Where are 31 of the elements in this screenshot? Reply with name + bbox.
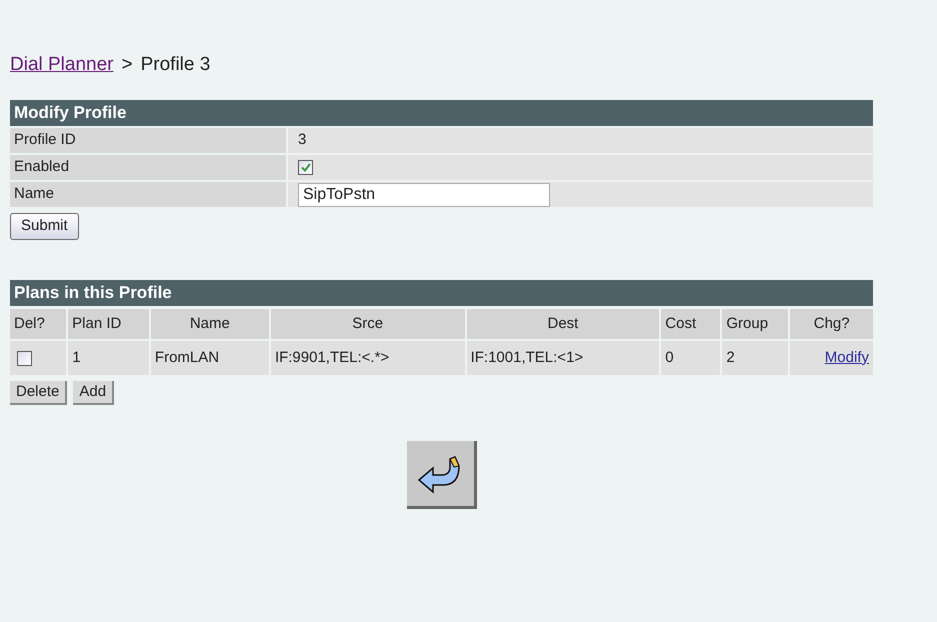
table-cell: IF:1001,TEL:<1> [466, 341, 660, 375]
checkbox[interactable] [298, 160, 313, 175]
table-cell: 1 [68, 341, 149, 375]
field-label: Enabled [10, 155, 286, 180]
column-header: Dest [466, 309, 660, 339]
breadcrumb-current: Profile 3 [140, 52, 210, 77]
field-label: Name [10, 182, 286, 207]
checkbox[interactable] [17, 350, 32, 366]
table-cell: IF:9901,TEL:<.*> [270, 341, 465, 375]
column-header: Group [722, 309, 788, 339]
field-label: Profile ID [10, 128, 286, 153]
check-icon [300, 163, 310, 172]
column-header: Chg? [790, 309, 873, 339]
section-header: Plans in this Profile [10, 280, 873, 306]
action-button[interactable]: Delete [10, 381, 68, 405]
back-button[interactable] [406, 441, 476, 509]
name-input-field[interactable]: SipToPstn [298, 182, 550, 206]
column-header: Plan ID [68, 309, 149, 339]
column-header: Srce [270, 309, 465, 339]
breadcrumb-separator: > [122, 52, 133, 77]
column-header: Cost [661, 309, 720, 339]
submit-button[interactable]: Submit [10, 213, 79, 240]
field-value: 3 [298, 130, 306, 150]
table-cell: 2 [722, 341, 788, 375]
action-button[interactable]: Add [73, 381, 114, 405]
column-header: Name [150, 309, 269, 339]
section-header: Modify Profile [10, 100, 873, 126]
breadcrumb-link[interactable]: Dial Planner [10, 50, 114, 80]
table-cell: 0 [661, 341, 720, 375]
table-cell: FromLAN [150, 341, 269, 375]
column-header: Del? [10, 309, 66, 339]
